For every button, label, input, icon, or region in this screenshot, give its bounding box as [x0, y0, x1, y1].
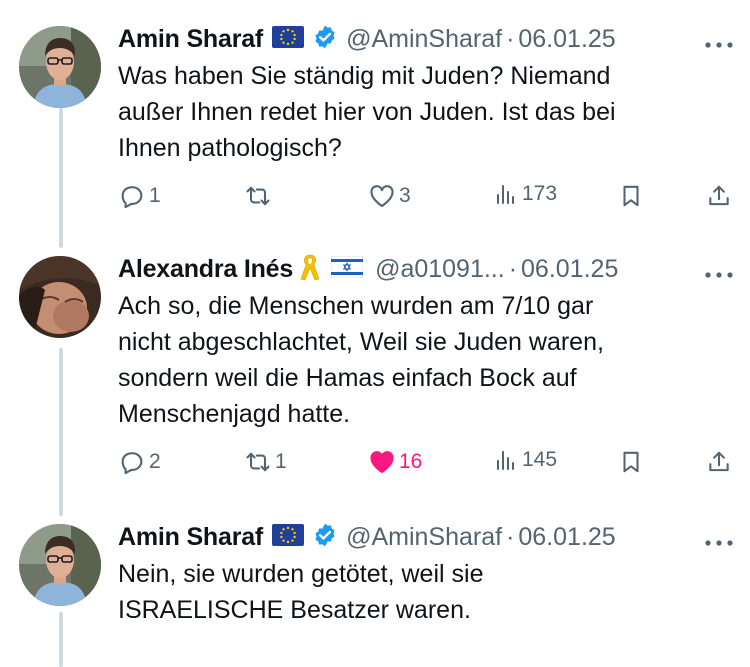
tweet-text-line: nicht abgeschlachtet, Weil sie Juden war… [118, 328, 604, 356]
retweet-count: 1 [275, 450, 287, 473]
separator-dot: · [506, 522, 515, 551]
verified-badge-icon [312, 522, 338, 553]
eu-flag-icon [272, 523, 305, 551]
tweet-text-line: sondern weil die Hamas einfach Bock auf [118, 364, 577, 392]
reply-count: 1 [149, 184, 161, 207]
share-button[interactable] [706, 182, 732, 210]
tweet-date[interactable]: 06.01.25 [521, 255, 618, 284]
tweet-text: Nein, sie wurden getötet, weil sie ISRAE… [118, 556, 718, 628]
tweet-text-line: Nein, sie wurden getötet, weil sie [118, 560, 484, 588]
bookmark-button[interactable] [618, 182, 644, 210]
tweet-text-line: Ach so, die Menschen wurden am 7/10 gar [118, 292, 594, 320]
retweet-icon [246, 186, 270, 206]
tweet-date[interactable]: 06.01.25 [518, 523, 615, 552]
share-icon [709, 185, 729, 206]
views-button[interactable]: 145 [494, 448, 557, 472]
tweet-text-line: Was haben Sie ständig mit Juden? Niemand [118, 62, 611, 90]
like-count: 3 [399, 184, 411, 207]
reply-count: 2 [149, 450, 161, 473]
avatar[interactable] [19, 256, 101, 338]
author-name[interactable]: Amin Sharaf [118, 523, 263, 552]
share-icon [709, 451, 729, 472]
share-button[interactable] [706, 448, 732, 476]
author-handle[interactable]: @AminSharaf [346, 25, 502, 54]
eu-flag-icon [272, 25, 305, 53]
yellow-ribbon-icon [299, 252, 321, 287]
avatar-image [19, 524, 101, 606]
tweet-text: Ach so, die Menschen wurden am 7/10 gar … [118, 288, 718, 432]
tweet-date[interactable]: 06.01.25 [518, 25, 615, 54]
more-options-icon[interactable] [704, 266, 734, 284]
tweet-header: Alexandra Inés @a01091... · 06.01.25 [118, 252, 738, 286]
reply-icon [121, 186, 143, 209]
israel-flag-icon [330, 255, 364, 283]
tweet-text-line: Ihnen pathologisch? [118, 134, 342, 162]
heart-icon [370, 185, 394, 207]
like-button[interactable]: 3 [368, 182, 411, 210]
view-count: 145 [522, 448, 558, 471]
avatar-image [19, 256, 101, 338]
like-count: 16 [399, 450, 423, 473]
tweet-text: Was haben Sie ständig mit Juden? Niemand… [118, 58, 718, 166]
views-icon [497, 451, 514, 470]
avatar[interactable] [19, 26, 101, 108]
author-handle[interactable]: @AminSharaf [346, 523, 502, 552]
more-options-icon[interactable] [704, 534, 734, 552]
retweet-button[interactable] [244, 182, 272, 210]
heart-filled-icon [370, 451, 394, 473]
separator-dot: · [508, 254, 518, 283]
tweet-text-line: außer Ihnen redet hier von Juden. Ist da… [118, 98, 616, 126]
tweet[interactable]: Alexandra Inés @a01091... · 06.01.25 Ach… [0, 252, 750, 492]
author-handle[interactable]: @a01091... [375, 255, 505, 284]
author-name[interactable]: Alexandra Inés [118, 255, 293, 284]
tweet-actions: 2 1 16 145 [118, 448, 738, 482]
tweet-actions: 1 3 173 [118, 182, 738, 216]
verified-badge-icon [312, 24, 338, 55]
views-button[interactable]: 173 [494, 182, 557, 206]
bookmark-icon [623, 451, 639, 473]
avatar[interactable] [19, 524, 101, 606]
retweet-icon [246, 452, 270, 472]
tweet[interactable]: Amin Sharaf @AminSharaf · 06.01.25 Nein,… [0, 520, 750, 667]
retweet-button[interactable]: 1 [244, 448, 287, 476]
tweet-header: Amin Sharaf @AminSharaf · 06.01.25 [118, 22, 738, 56]
more-options-icon[interactable] [704, 36, 734, 54]
bookmark-button[interactable] [618, 448, 644, 476]
separator-dot: · [506, 24, 515, 53]
author-name[interactable]: Amin Sharaf [118, 25, 263, 54]
tweet-text-line: Menschenjagd hatte. [118, 400, 351, 428]
avatar-image [19, 26, 101, 108]
tweet-text-line: ISRAELISCHE Besatzer waren. [118, 596, 471, 624]
tweet-header: Amin Sharaf @AminSharaf · 06.01.25 [118, 520, 738, 554]
tweet[interactable]: Amin Sharaf @AminSharaf · 06.01.25 Was h… [0, 22, 750, 222]
reply-icon [121, 452, 143, 475]
view-count: 173 [522, 182, 558, 205]
views-icon [497, 185, 514, 204]
reply-button[interactable]: 1 [118, 182, 161, 210]
reply-button[interactable]: 2 [118, 448, 161, 476]
bookmark-icon [623, 185, 639, 207]
like-button[interactable]: 16 [368, 448, 422, 476]
